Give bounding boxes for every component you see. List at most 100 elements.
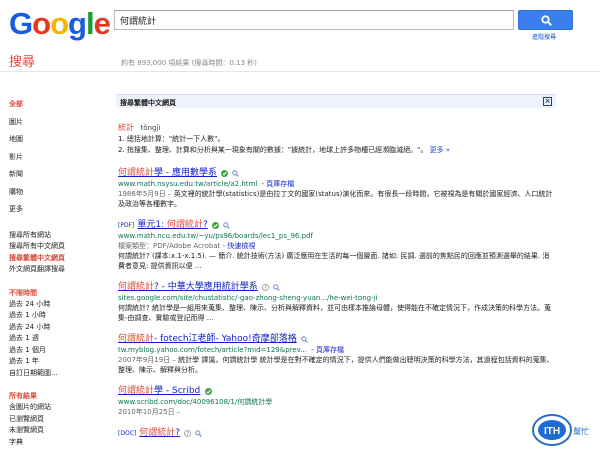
check-icon[interactable] bbox=[204, 387, 212, 395]
search-result: 何謂統計? - 中華大學應用統計學系 ? sites.google.com/si… bbox=[116, 281, 556, 323]
language-group: 搜尋所有網站 搜尋所有中文網頁 搜尋繁體中文網頁 外文網頁翻譯搜尋 bbox=[9, 230, 109, 276]
dictionary-word[interactable]: 統計 bbox=[118, 123, 134, 132]
close-icon[interactable]: × bbox=[543, 97, 552, 106]
sidebar-item-videos[interactable]: 影片 bbox=[9, 149, 109, 167]
results-filter-item[interactable]: 未瀏覽網頁 bbox=[9, 425, 109, 437]
result-url: tw.myblog.yahoo.com/fotech/article?mid=1… bbox=[118, 346, 307, 354]
dictionary-pinyin: tǒngjì bbox=[140, 124, 161, 132]
google-logo[interactable]: Google bbox=[9, 4, 111, 44]
svg-text:?: ? bbox=[264, 285, 267, 291]
sidebar: 全部 圖片 地圖 影片 新聞 購物 更多 搜尋所有網站 搜尋所有中文網頁 搜尋繁… bbox=[9, 96, 109, 459]
time-filter-group: 不限時間 過去 24 小時 過去 1 小時 過去 24 小時 過去 1 週 過去… bbox=[9, 287, 109, 380]
search-button[interactable] bbox=[518, 10, 573, 30]
title-highlight: 何謂統計 bbox=[118, 282, 155, 292]
sidebar-item-news[interactable]: 新聞 bbox=[9, 166, 109, 184]
sidebar-item-maps[interactable]: 地圖 bbox=[9, 131, 109, 149]
title-text: - fotech江老師- Yahoo!奇摩部落格 bbox=[154, 334, 297, 344]
result-url: www.math.ncu.edu.tw/~yu/ps96/boards/lec1… bbox=[118, 232, 313, 240]
definition-text: 2. 指搜集、整理、計算和分析與某一現象有關的數據："據統計，地球上許多物種已經… bbox=[118, 145, 428, 154]
sidebar-item-translated-foreign[interactable]: 外文網頁翻譯搜尋 bbox=[9, 264, 109, 276]
magnifier-icon[interactable] bbox=[223, 221, 231, 229]
help-icon[interactable]: ? bbox=[184, 429, 192, 437]
sidebar-item-all-web[interactable]: 搜尋所有網站 bbox=[9, 230, 109, 242]
result-snippet: 統計學 譯識，何謂統計學 統計學是在對不確定的情況下，提供人們能做出聰明決策的科… bbox=[118, 356, 554, 374]
search-type-group: 全部 圖片 地圖 影片 新聞 購物 更多 bbox=[9, 96, 109, 219]
logo-letter: g bbox=[68, 6, 87, 41]
time-filter-item[interactable]: 過去 24 小時 bbox=[9, 299, 109, 311]
help-icon[interactable]: ? bbox=[262, 283, 269, 291]
magnifier-icon[interactable] bbox=[301, 335, 308, 343]
title-highlight: 何謂統計 bbox=[118, 386, 155, 396]
sidebar-item-shopping[interactable]: 購物 bbox=[9, 184, 109, 202]
sidebar-item-more[interactable]: 更多 bbox=[9, 201, 109, 219]
result-url: sites.google.com/site/chustatistic/-gao-… bbox=[118, 294, 378, 302]
dictionary-definition: 2. 指搜集、整理、計算和分析與某一現象有關的數據："據統計，地球上許多物種已經… bbox=[118, 145, 556, 156]
search-icon bbox=[541, 15, 552, 26]
results-filter-item[interactable]: 已瀏覽網頁 bbox=[9, 414, 109, 426]
header-divider bbox=[0, 71, 600, 72]
results-filter-item[interactable]: 字典 bbox=[9, 437, 109, 449]
search-result: 何謂統計學 - 應用數學系 www.math.nsysu.edu.tw/arti… bbox=[116, 167, 556, 209]
results-filter-group: 所有結果 含圖片的網站 已瀏覽網頁 未瀏覽網頁 字典 bbox=[9, 390, 109, 448]
banner-text: 搜尋繁體中文網頁 bbox=[120, 99, 176, 107]
ithelp-watermark-logo: ITH 幫忙 bbox=[532, 414, 589, 446]
dictionary-more-link[interactable]: 更多 » bbox=[430, 146, 451, 154]
search-result: [PDF] 單元1: 何謂統計? www.math.ncu.edu.tw/~yu/… bbox=[116, 219, 556, 271]
sidebar-item-images[interactable]: 圖片 bbox=[9, 114, 109, 132]
filetype-tag: [DOC] bbox=[118, 430, 137, 437]
magnifier-icon[interactable] bbox=[273, 283, 281, 291]
time-filter-item[interactable]: 過去 24 小時 bbox=[9, 322, 109, 334]
results-filter-item[interactable]: 含圖片的網站 bbox=[9, 402, 109, 414]
result-snippet: 英文裡的統計學(statistics)是由拉丁文的國家(status)演化而來。… bbox=[118, 190, 553, 208]
time-filter-item[interactable]: 自訂日期範圍... bbox=[9, 368, 109, 380]
time-filter-item[interactable]: 過去 1 年 bbox=[9, 356, 109, 368]
results-column: 搜尋繁體中文網頁 × 統計 tǒngjì 1. 總括地計算："統計一下人數"。 … bbox=[116, 94, 556, 439]
advanced-search-link[interactable]: 進階搜尋 bbox=[532, 32, 556, 41]
result-title-link[interactable]: 何謂統計- fotech江老師- Yahoo!奇摩部落格 bbox=[118, 334, 297, 344]
search-result: [DOC] 何謂統計? ? bbox=[116, 427, 556, 439]
logo-letter: o bbox=[32, 6, 51, 41]
dictionary-definition: 1. 總括地計算："統計一下人數"。 bbox=[118, 135, 225, 143]
search-input[interactable] bbox=[114, 10, 514, 30]
cache-link[interactable]: - 頁庫存檔 bbox=[262, 180, 295, 188]
title-text: ? bbox=[203, 220, 208, 230]
cache-link[interactable]: - 頁庫存檔 bbox=[311, 346, 344, 354]
result-date: 1986年5月9日 – bbox=[118, 190, 172, 198]
logo-letter: l bbox=[85, 6, 95, 41]
result-title-link[interactable]: 單元1: 何謂統計? bbox=[137, 220, 207, 230]
check-icon[interactable] bbox=[221, 169, 229, 177]
result-title-link[interactable]: 何謂統計? bbox=[139, 428, 180, 438]
search-result: 何謂統計學 - Scribd www.scribd.com/doc/400961… bbox=[116, 385, 556, 417]
badge-text: ITH bbox=[544, 426, 560, 437]
magnifier-icon[interactable] bbox=[195, 429, 203, 437]
title-text: 單元1: bbox=[137, 220, 167, 230]
time-filter-item[interactable]: 過去 1 個月 bbox=[9, 345, 109, 357]
result-title-link[interactable]: 何謂統計? - 中華大學應用統計學系 bbox=[118, 282, 258, 292]
badge-subtext: 幫忙 bbox=[573, 426, 589, 436]
title-text: ? - 中華大學應用統計學系 bbox=[154, 282, 258, 292]
quick-view-link[interactable]: 快速檢視 bbox=[227, 242, 255, 250]
product-title: 搜尋 bbox=[9, 55, 36, 70]
filetype-tag: [PDF] bbox=[118, 222, 135, 229]
magnifier-icon[interactable] bbox=[232, 169, 240, 177]
results-filter-title[interactable]: 所有結果 bbox=[9, 390, 109, 402]
result-stats: 約有 893,000 項結果 (搜尋時間：0.13 秒) bbox=[121, 59, 257, 67]
result-title-link[interactable]: 何謂統計學 - 應用數學系 bbox=[118, 168, 217, 178]
sidebar-item-traditional-chinese[interactable]: 搜尋繁體中文網頁 bbox=[9, 253, 109, 265]
time-filter-item[interactable]: 過去 1 週 bbox=[9, 333, 109, 345]
logo-letter: o bbox=[50, 6, 69, 41]
time-filter-title[interactable]: 不限時間 bbox=[9, 287, 109, 299]
filetype-label: 檔案類型：PDF/Adobe Acrobat - bbox=[118, 242, 226, 250]
result-date: 2010年10月25日 – bbox=[118, 408, 181, 416]
title-text: ? bbox=[175, 428, 181, 438]
search-result: 何謂統計- fotech江老師- Yahoo!奇摩部落格 tw.myblog.y… bbox=[116, 333, 556, 375]
time-filter-item[interactable]: 過去 1 小時 bbox=[9, 310, 109, 322]
result-title-link[interactable]: 何謂統計學 - Scribd bbox=[118, 386, 200, 396]
sidebar-item-all[interactable]: 全部 bbox=[9, 96, 109, 114]
logo-letter: e bbox=[93, 6, 111, 41]
sidebar-item-chinese-web[interactable]: 搜尋所有中文網頁 bbox=[9, 241, 109, 253]
title-highlight: 何謂統計 bbox=[139, 428, 176, 438]
dictionary-card: 統計 tǒngjì 1. 總括地計算："統計一下人數"。 2. 指搜集、整理、計… bbox=[116, 122, 556, 155]
result-url: www.scribd.com/doc/40096108/1/何謂統計學 bbox=[118, 398, 273, 406]
check-icon[interactable] bbox=[212, 221, 220, 229]
